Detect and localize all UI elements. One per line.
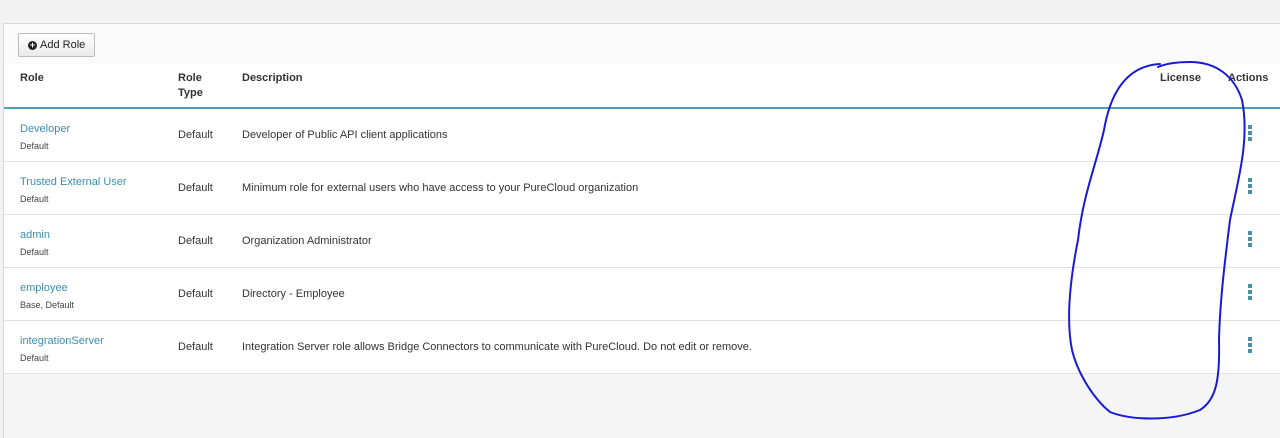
role-description: Minimum role for external users who have… [242, 181, 639, 194]
role-link[interactable]: employee [20, 282, 68, 294]
table-row: Developer Default Default Developer of P… [4, 108, 1280, 161]
add-role-button[interactable]: + Add Role [18, 33, 96, 57]
license-cell [1160, 161, 1228, 214]
role-type: Default [178, 181, 213, 194]
role-link[interactable]: Developer [20, 123, 70, 135]
table-row: integrationServer Default Default Integr… [4, 320, 1280, 373]
role-cell: Developer Default [4, 108, 178, 161]
role-description: Organization Administrator [242, 234, 372, 247]
role-type: Default [178, 234, 213, 247]
role-subtype: Default [20, 193, 49, 204]
role-subtype: Default [20, 141, 49, 151]
column-header-role[interactable]: Role [4, 64, 178, 108]
column-header-role-type[interactable]: Role Type [178, 64, 242, 108]
role-subtype: Default [20, 246, 49, 257]
license-cell [1160, 108, 1228, 161]
column-header-actions: Actions [1228, 72, 1269, 84]
role-subtype: Default [20, 352, 49, 363]
table-row: employee Base, Default Default Directory… [4, 267, 1280, 320]
role-type: Default [178, 340, 213, 353]
add-role-label: Add Role [40, 39, 86, 51]
table-row: Trusted External User Default Default Mi… [4, 161, 1280, 214]
column-header-description[interactable]: Description [242, 64, 1160, 108]
role-type: Default [178, 287, 213, 300]
role-cell: admin Default [4, 214, 178, 267]
role-cell: integrationServer Default [4, 320, 178, 373]
role-cell: employee Base, Default [4, 267, 178, 320]
kebab-menu-icon[interactable] [1244, 336, 1256, 353]
kebab-menu-icon[interactable] [1244, 177, 1256, 194]
role-type: Default [178, 129, 213, 141]
license-cell [1160, 214, 1228, 267]
roles-panel: + Add Role Role Role Type Description Lic… [3, 23, 1280, 438]
role-subtype: Base, Default [20, 299, 75, 310]
role-cell: Trusted External User Default [4, 161, 178, 214]
column-header-license[interactable]: License [1160, 64, 1228, 108]
table-header-row: Role Role Type Description License Action… [4, 64, 1280, 108]
role-link[interactable]: integrationServer [20, 335, 104, 347]
kebab-menu-icon[interactable] [1244, 125, 1256, 141]
roles-table: Role Role Type Description License Action… [4, 64, 1280, 374]
plus-circle-icon: + [28, 39, 37, 50]
role-description: Developer of Public API client applicati… [242, 129, 448, 141]
role-link[interactable]: admin [20, 229, 50, 241]
role-description: Integration Server role allows Bridge Co… [242, 340, 752, 353]
kebab-menu-icon[interactable] [1244, 283, 1256, 300]
role-link[interactable]: Trusted External User [20, 176, 127, 188]
table-row: admin Default Default Organization Admin… [4, 214, 1280, 267]
toolbar: + Add Role [4, 24, 1280, 64]
role-description: Directory - Employee [242, 287, 345, 300]
license-cell [1160, 267, 1228, 320]
kebab-menu-icon[interactable] [1244, 230, 1256, 247]
license-cell [1160, 320, 1228, 373]
